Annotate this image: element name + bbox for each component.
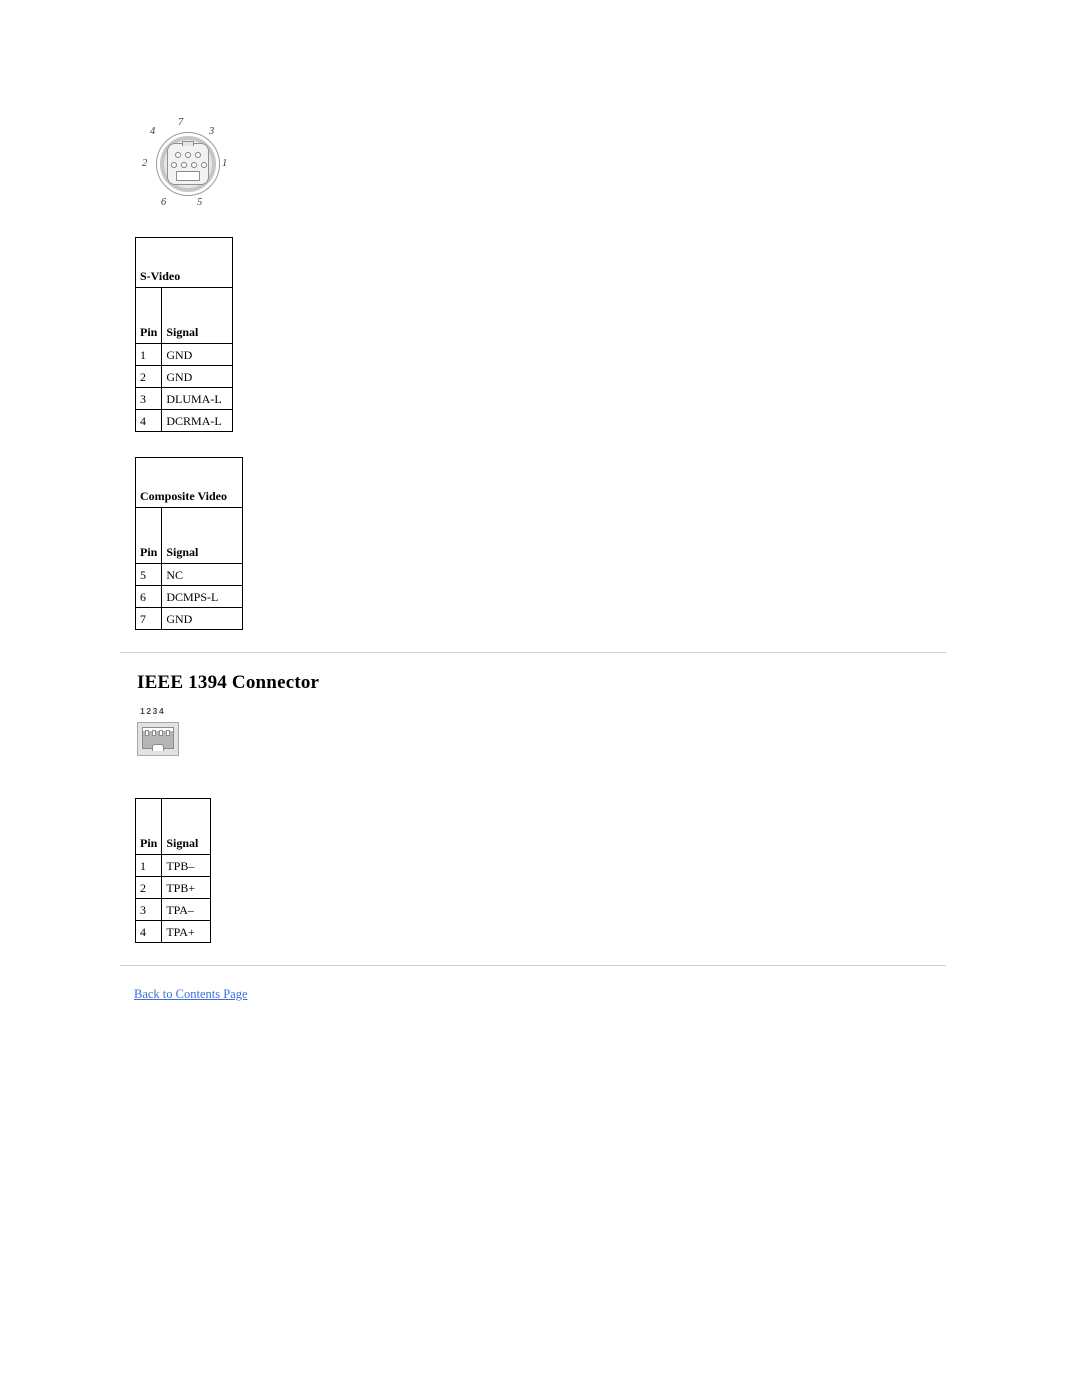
s-video-pin-label-7: 7 <box>178 117 184 128</box>
cell-signal: GND <box>161 607 244 630</box>
column-header-pin: Pin <box>134 798 163 855</box>
cell-signal: TPA+ <box>161 920 212 943</box>
composite-video-table-title: Composite Video <box>134 457 244 508</box>
s-video-pin-hole <box>185 152 191 158</box>
ieee-contact-pin <box>152 730 156 736</box>
cell-signal: NC <box>161 563 244 586</box>
s-video-connector-diagram: 7 4 3 2 1 6 5 <box>140 117 236 216</box>
cell-signal: TPB– <box>161 854 212 877</box>
table-row: 2 TPB+ <box>134 876 212 899</box>
s-video-pin-label-2: 2 <box>142 158 148 169</box>
cell-signal: DCRMA-L <box>161 409 234 432</box>
ieee-pin-numbers-label: 1234 <box>140 706 166 716</box>
table-row: 6 DCMPS-L <box>134 585 244 608</box>
table-row: 3 DLUMA-L <box>134 387 234 410</box>
cell-pin: 3 <box>134 898 163 921</box>
cell-pin: 4 <box>134 920 163 943</box>
s-video-keying-tab <box>182 141 194 146</box>
s-video-bottom-slot <box>176 171 200 181</box>
s-video-pin-label-6: 6 <box>161 197 167 208</box>
column-header-signal: Signal <box>161 507 244 564</box>
s-video-pin-hole <box>195 152 201 158</box>
document-page: 7 4 3 2 1 6 5 S-Video Pin Signal 1 GND 2… <box>0 0 1080 1397</box>
section-divider <box>120 652 946 653</box>
ieee-contact-pin <box>166 730 170 736</box>
ieee-1394-connector-diagram: 1234 <box>134 707 194 763</box>
column-header-pin: Pin <box>134 507 163 564</box>
s-video-pin-label-4: 4 <box>150 126 156 137</box>
cell-pin: 7 <box>134 607 163 630</box>
cell-pin: 5 <box>134 563 163 586</box>
s-video-pin-hole <box>175 152 181 158</box>
ieee-contact-pin <box>145 730 149 736</box>
table-row: 1 TPB– <box>134 854 212 877</box>
s-video-pin-hole <box>171 162 177 168</box>
cell-signal: GND <box>161 365 234 388</box>
table-row: 1 GND <box>134 343 234 366</box>
composite-video-pinout-table: Composite Video Pin Signal 5 NC 6 DCMPS-… <box>134 457 244 630</box>
column-header-signal: Signal <box>161 798 212 855</box>
footer-divider <box>120 965 946 966</box>
s-video-pin-hole <box>201 162 207 168</box>
cell-pin: 6 <box>134 585 163 608</box>
table-row: 4 TPA+ <box>134 920 212 943</box>
ieee-keying-notch <box>152 744 164 751</box>
table-row: 7 GND <box>134 607 244 630</box>
cell-signal: TPA– <box>161 898 212 921</box>
s-video-table-title: S-Video <box>134 237 234 288</box>
cell-signal: DLUMA-L <box>161 387 234 410</box>
back-to-contents-link[interactable]: Back to Contents Page <box>134 987 248 1002</box>
column-header-pin: Pin <box>134 287 163 344</box>
cell-pin: 1 <box>134 343 163 366</box>
table-row: 3 TPA– <box>134 898 212 921</box>
ieee-contact-pin <box>159 730 163 736</box>
page-title: IEEE 1394 Connector <box>137 672 320 693</box>
table-row: 2 GND <box>134 365 234 388</box>
s-video-pin-label-1: 1 <box>222 158 228 169</box>
cell-pin: 1 <box>134 854 163 877</box>
s-video-pin-hole <box>181 162 187 168</box>
ieee-1394-pinout-table: Pin Signal 1 TPB– 2 TPB+ 3 TPA– 4 TPA+ <box>134 798 212 943</box>
column-header-signal: Signal <box>161 287 234 344</box>
table-header-row: Pin Signal <box>134 798 212 855</box>
cell-pin: 4 <box>134 409 163 432</box>
cell-pin: 2 <box>134 365 163 388</box>
table-row: 5 NC <box>134 563 244 586</box>
s-video-pin-label-5: 5 <box>197 197 203 208</box>
s-video-pin-label-3: 3 <box>209 126 215 137</box>
table-header-row: Pin Signal <box>134 287 234 344</box>
s-video-pin-hole <box>191 162 197 168</box>
table-header-row: Pin Signal <box>134 507 244 564</box>
cell-pin: 2 <box>134 876 163 899</box>
cell-pin: 3 <box>134 387 163 410</box>
s-video-pinout-table: S-Video Pin Signal 1 GND 2 GND 3 DLUMA-L… <box>134 237 234 432</box>
table-title-row: S-Video <box>134 237 234 288</box>
cell-signal: TPB+ <box>161 876 212 899</box>
cell-signal: DCMPS-L <box>161 585 244 608</box>
cell-signal: GND <box>161 343 234 366</box>
table-title-row: Composite Video <box>134 457 244 508</box>
table-row: 4 DCRMA-L <box>134 409 234 432</box>
